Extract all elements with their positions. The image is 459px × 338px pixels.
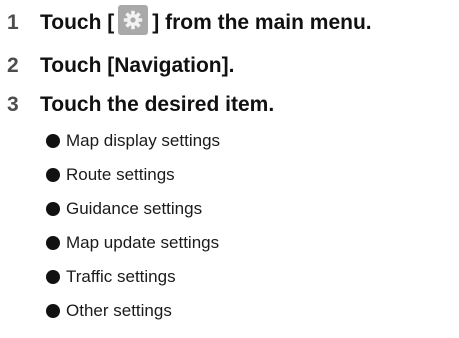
step-number: 2 xyxy=(7,54,19,77)
bullet-icon xyxy=(46,304,60,318)
step-text: Touch [Navigation]. xyxy=(40,54,235,77)
list-item: Route settings xyxy=(46,163,175,187)
list-item-label: Map update settings xyxy=(66,233,220,252)
step-number: 3 xyxy=(7,93,19,116)
bullet-icon xyxy=(46,134,60,148)
list-item: Traffic settings xyxy=(46,265,176,289)
step-number: 1 xyxy=(7,11,19,34)
bullet-icon xyxy=(46,168,60,182)
bullet-icon xyxy=(46,270,60,284)
bullet-icon xyxy=(46,202,60,216)
step-text: Touch [ ] from the main menu. xyxy=(40,5,372,38)
list-item: Other settings xyxy=(46,299,172,323)
list-item: Map display settings xyxy=(46,129,220,153)
list-item-label: Guidance settings xyxy=(66,199,203,218)
list-item-label: Map display settings xyxy=(66,131,221,150)
step-text-before-icon: Touch [ xyxy=(40,11,115,34)
list-item: Map update settings xyxy=(46,231,219,255)
step-text-after-icon: ] from the main menu. xyxy=(152,11,372,34)
list-item-label: Traffic settings xyxy=(66,267,176,286)
list-item-label: Other settings xyxy=(66,301,172,320)
step-text: Touch the desired item. xyxy=(40,93,275,116)
list-item: Guidance settings xyxy=(46,197,202,221)
gear-icon xyxy=(118,5,149,35)
list-item-label: Route settings xyxy=(66,165,175,184)
bullet-icon xyxy=(46,236,60,250)
